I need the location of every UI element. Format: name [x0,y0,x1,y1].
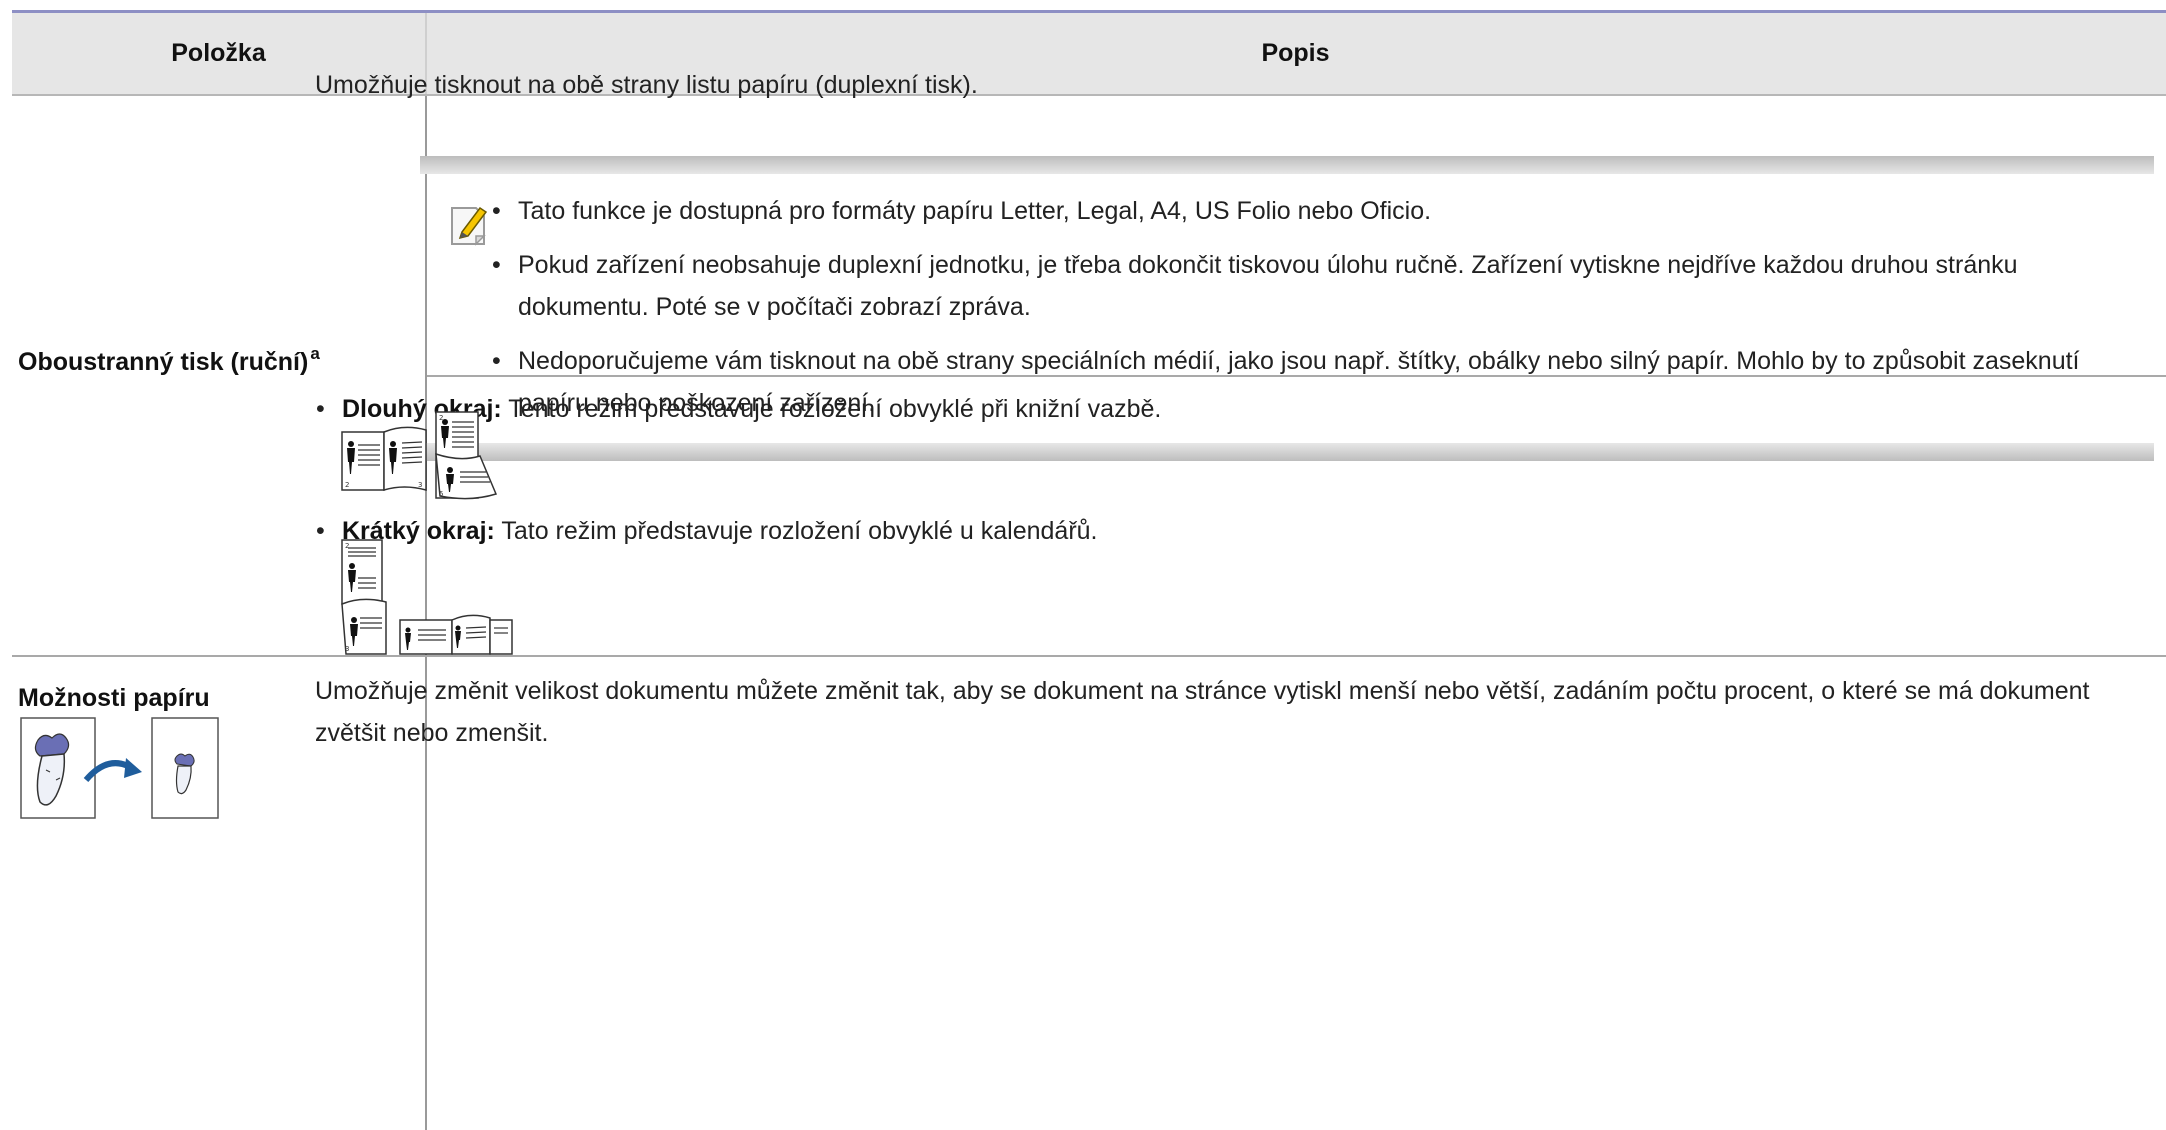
row-item-duplex: Oboustranný tisk (ruční) a [18,344,320,376]
row-item-paper-options: Možnosti papíru [18,684,210,712]
short-edge-binding-illustration: 2 3 [341,539,513,655]
svg-text:2: 2 [345,542,349,550]
note-bottom-rule [420,443,2154,461]
note-pencil-icon [451,206,488,246]
document-page: Položka Popis Oboustranný tisk (ruční) a … [12,10,2166,1130]
row-inner-divider [427,375,2166,377]
row-divider [12,655,2166,657]
long-edge-binding-illustration: 2 3 2 5 [341,411,498,500]
svg-text:5: 5 [439,490,443,498]
svg-text:2: 2 [439,414,443,422]
paper-options-description: Umožňuje změnit velikost dokumentu můžet… [315,677,2090,747]
note-item: • Pokud zařízení neobsahuje duplexní jedn… [492,251,2018,321]
footnote-marker: a [310,344,320,363]
duplex-intro: Umožňuje tisknout na obě strany listu pa… [315,71,978,99]
note-top-rule [420,156,2154,174]
svg-text:3: 3 [345,645,349,653]
paper-scaling-carrot-illustration [20,717,219,819]
svg-text:3: 3 [418,481,422,489]
note-item: • Tato funkce je dostupná pro formáty pap… [492,197,1432,225]
svg-text:2: 2 [345,481,349,489]
